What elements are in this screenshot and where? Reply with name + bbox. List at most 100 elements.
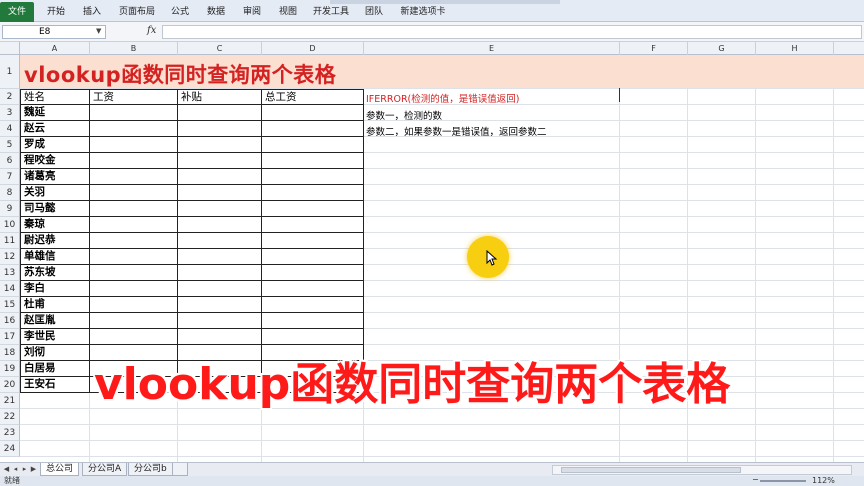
- prev-sheet-icon[interactable]: ◂: [11, 464, 20, 475]
- table-cell[interactable]: [262, 281, 364, 297]
- table-cell[interactable]: [90, 185, 178, 201]
- row-header-21[interactable]: 21: [0, 393, 20, 409]
- tab-view[interactable]: 视图: [276, 3, 300, 21]
- table-cell[interactable]: [262, 121, 364, 137]
- row-header-22[interactable]: 22: [0, 409, 20, 425]
- tab-insert[interactable]: 插入: [80, 3, 104, 21]
- table-cell[interactable]: [262, 217, 364, 233]
- name-cell[interactable]: 诸葛亮: [20, 169, 90, 185]
- row-header-6[interactable]: 6: [0, 153, 20, 169]
- table-cell[interactable]: [90, 169, 178, 185]
- row-header-7[interactable]: 7: [0, 169, 20, 185]
- table-cell[interactable]: [262, 329, 364, 345]
- table-header-cell[interactable]: 工资: [90, 89, 178, 105]
- sheet-tab-branch-b[interactable]: 分公司b: [128, 463, 173, 476]
- row-header-3[interactable]: 3: [0, 105, 20, 121]
- name-cell[interactable]: 苏东坡: [20, 265, 90, 281]
- column-header-d[interactable]: D: [262, 42, 364, 55]
- file-tab[interactable]: 文件: [0, 2, 34, 22]
- insert-function-icon[interactable]: fx: [147, 25, 156, 36]
- table-cell[interactable]: [178, 185, 262, 201]
- table-cell[interactable]: [262, 265, 364, 281]
- row-header-15[interactable]: 15: [0, 297, 20, 313]
- table-cell[interactable]: [90, 201, 178, 217]
- row-header-2[interactable]: 2: [0, 89, 20, 105]
- table-cell[interactable]: [178, 297, 262, 313]
- table-cell[interactable]: [90, 281, 178, 297]
- first-sheet-icon[interactable]: ◀: [2, 464, 11, 475]
- table-cell[interactable]: [178, 121, 262, 137]
- table-cell[interactable]: [90, 233, 178, 249]
- name-cell[interactable]: 尉迟恭: [20, 233, 90, 249]
- row-header-10[interactable]: 10: [0, 217, 20, 233]
- name-cell[interactable]: 罗成: [20, 137, 90, 153]
- table-cell[interactable]: [178, 249, 262, 265]
- sheet-tab-branch-a[interactable]: 分公司A: [82, 463, 128, 476]
- row-header-14[interactable]: 14: [0, 281, 20, 297]
- name-cell[interactable]: 李世民: [20, 329, 90, 345]
- formula-input[interactable]: [162, 25, 862, 39]
- table-cell[interactable]: [262, 313, 364, 329]
- tab-team[interactable]: 团队: [362, 3, 386, 21]
- table-cell[interactable]: [90, 265, 178, 281]
- name-cell[interactable]: 赵云: [20, 121, 90, 137]
- row-header-8[interactable]: 8: [0, 185, 20, 201]
- column-header-g[interactable]: G: [688, 42, 756, 55]
- table-cell[interactable]: [178, 233, 262, 249]
- name-cell[interactable]: 李白: [20, 281, 90, 297]
- name-cell[interactable]: 王安石: [20, 377, 90, 393]
- last-sheet-icon[interactable]: ▶: [29, 464, 38, 475]
- table-cell[interactable]: [262, 233, 364, 249]
- column-header-f[interactable]: F: [620, 42, 688, 55]
- name-cell[interactable]: 杜甫: [20, 297, 90, 313]
- next-sheet-icon[interactable]: ▸: [20, 464, 29, 475]
- row-header-20[interactable]: 20: [0, 377, 20, 393]
- tab-new[interactable]: 新建选项卡: [398, 3, 448, 21]
- table-cell[interactable]: [262, 105, 364, 121]
- row-header-17[interactable]: 17: [0, 329, 20, 345]
- horizontal-scrollbar[interactable]: [552, 465, 852, 475]
- table-cell[interactable]: [90, 137, 178, 153]
- table-cell[interactable]: [90, 217, 178, 233]
- table-cell[interactable]: [90, 121, 178, 137]
- row-header-24[interactable]: 24: [0, 441, 20, 457]
- table-cell[interactable]: [262, 137, 364, 153]
- row-header-13[interactable]: 13: [0, 265, 20, 281]
- row-header-1[interactable]: 1: [0, 55, 20, 89]
- name-box[interactable]: E8: [2, 25, 106, 39]
- table-cell[interactable]: [178, 169, 262, 185]
- column-header-e[interactable]: E: [364, 42, 620, 55]
- table-cell[interactable]: [262, 185, 364, 201]
- name-cell[interactable]: 秦琼: [20, 217, 90, 233]
- table-cell[interactable]: [90, 313, 178, 329]
- column-header-b[interactable]: B: [90, 42, 178, 55]
- row-header-12[interactable]: 12: [0, 249, 20, 265]
- tab-page-layout[interactable]: 页面布局: [116, 3, 158, 21]
- name-cell[interactable]: 司马懿: [20, 201, 90, 217]
- table-cell[interactable]: [178, 137, 262, 153]
- table-cell[interactable]: [178, 265, 262, 281]
- name-cell[interactable]: 刘彻: [20, 345, 90, 361]
- table-header-cell[interactable]: 总工资: [262, 89, 364, 105]
- zoom-out-icon[interactable]: −: [752, 475, 759, 485]
- tab-data[interactable]: 数据: [204, 3, 228, 21]
- table-cell[interactable]: [178, 281, 262, 297]
- tab-review[interactable]: 审阅: [240, 3, 264, 21]
- table-header-cell[interactable]: 补贴: [178, 89, 262, 105]
- name-cell[interactable]: 白居易: [20, 361, 90, 377]
- table-cell[interactable]: [90, 153, 178, 169]
- zoom-level[interactable]: 112%: [812, 476, 835, 486]
- table-cell[interactable]: [178, 201, 262, 217]
- table-cell[interactable]: [90, 105, 178, 121]
- table-cell[interactable]: [178, 153, 262, 169]
- tab-home[interactable]: 开始: [44, 3, 68, 21]
- row-header-5[interactable]: 5: [0, 137, 20, 153]
- table-cell[interactable]: [90, 329, 178, 345]
- table-cell[interactable]: [178, 313, 262, 329]
- table-cell[interactable]: [262, 169, 364, 185]
- row-header-16[interactable]: 16: [0, 313, 20, 329]
- row-header-18[interactable]: 18: [0, 345, 20, 361]
- row-header-11[interactable]: 11: [0, 233, 20, 249]
- table-cell[interactable]: [178, 217, 262, 233]
- column-header-h[interactable]: H: [756, 42, 834, 55]
